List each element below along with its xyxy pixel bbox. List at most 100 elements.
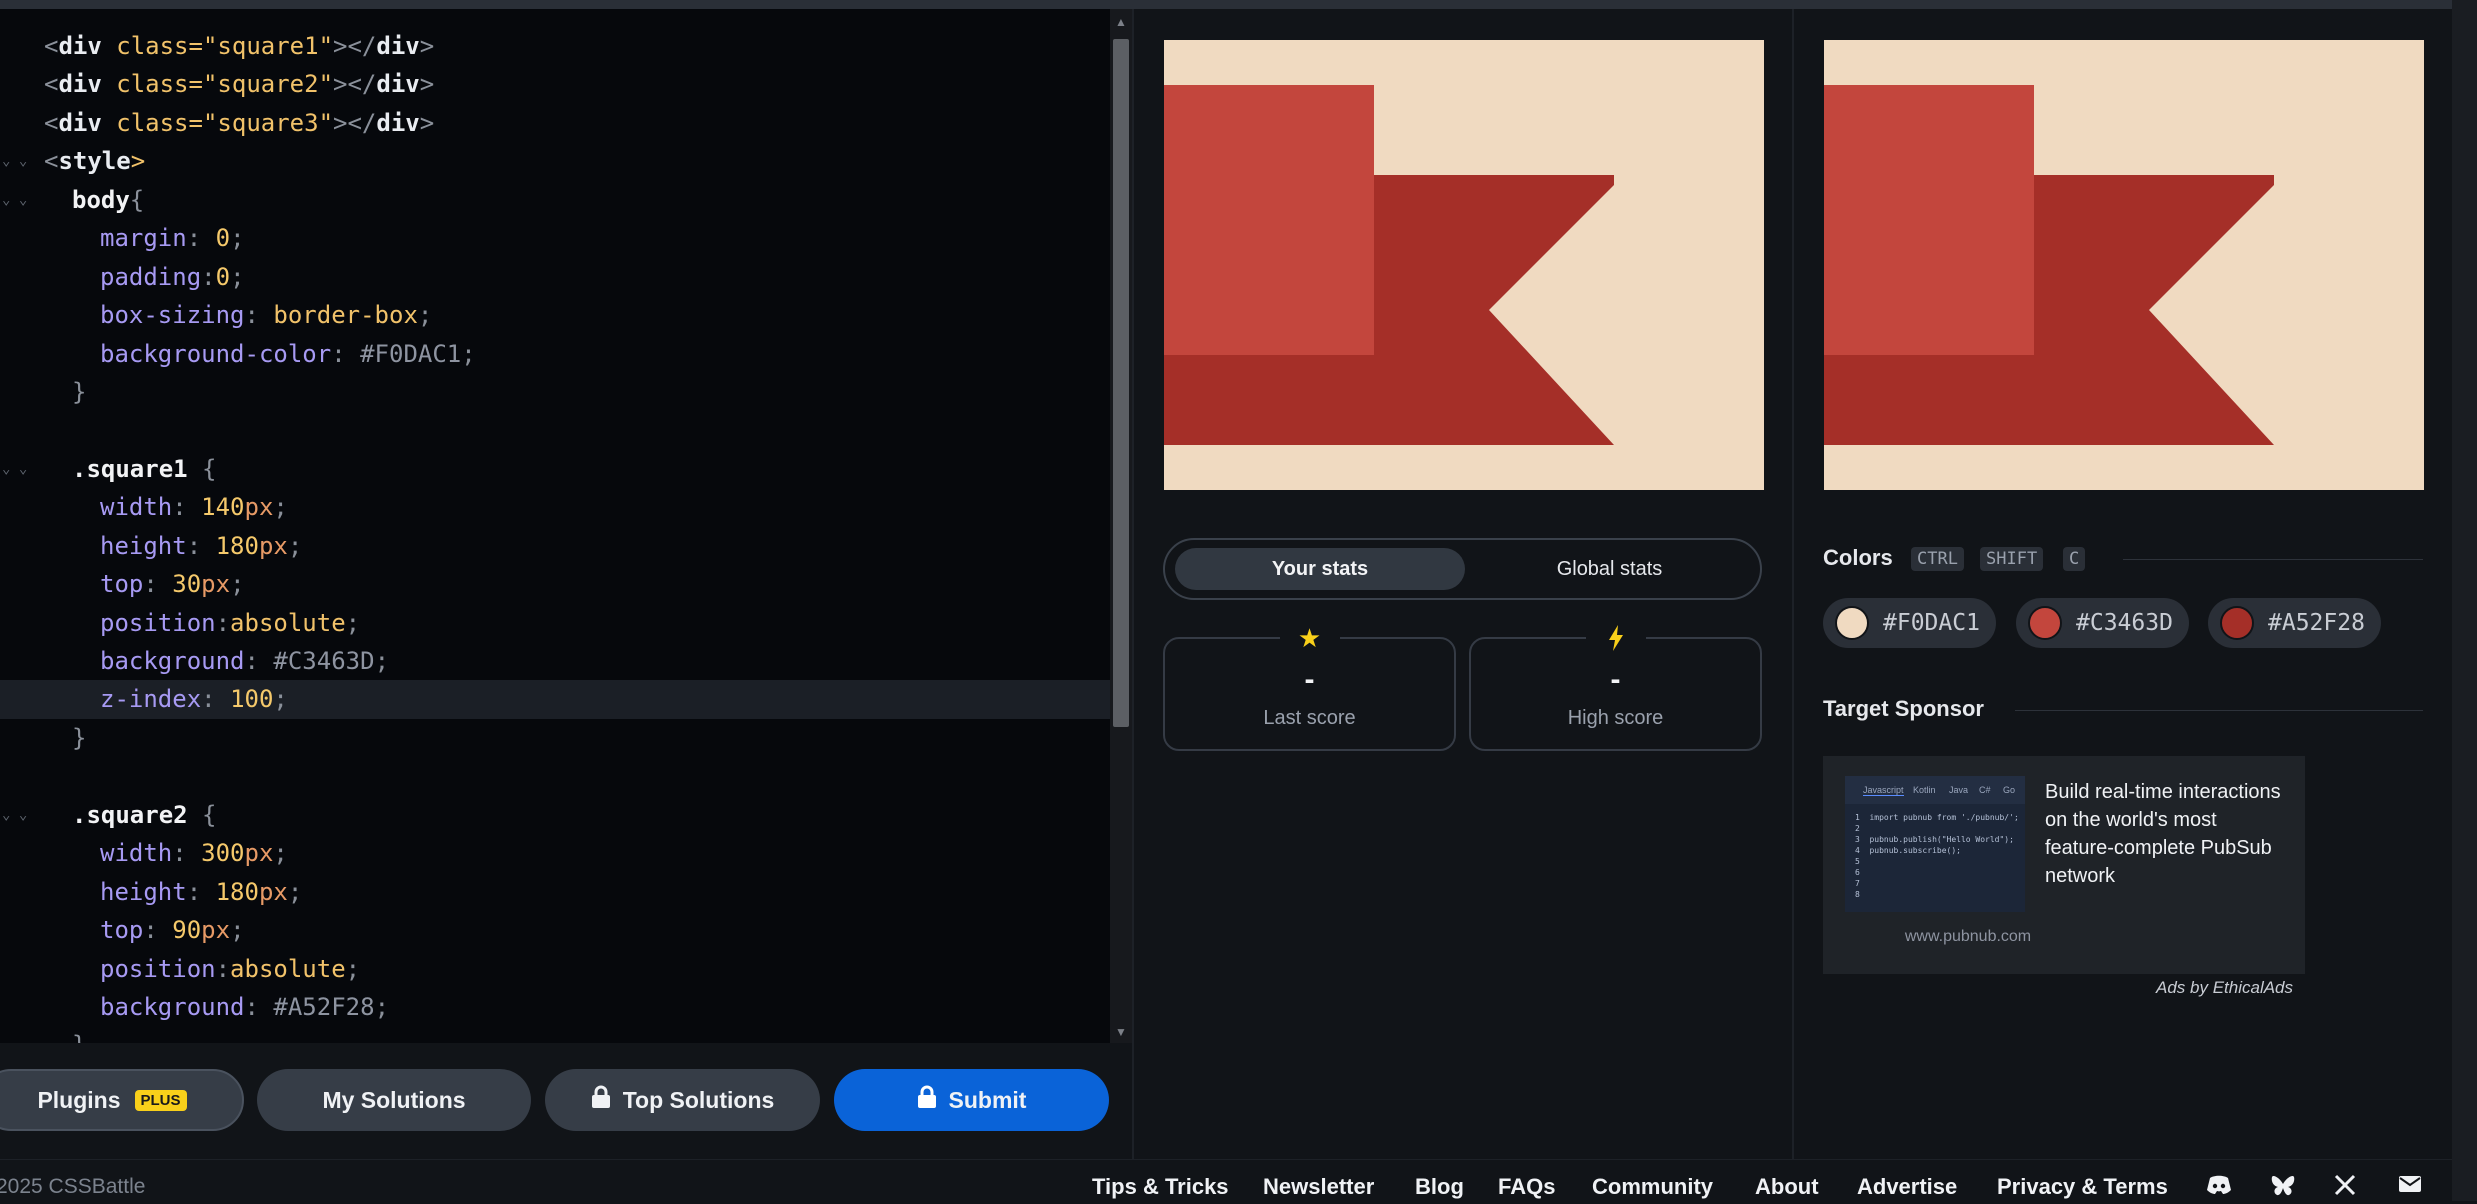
- code-line[interactable]: margin: 0;: [0, 219, 1110, 257]
- code-line[interactable]: width: 300px;: [0, 834, 1110, 872]
- code-editor[interactable]: <div class="square1"></div> <div class="s…: [0, 9, 1110, 1043]
- footer-link-about[interactable]: About: [1755, 1174, 1819, 1200]
- code-line-text: width: 140px;: [100, 493, 288, 522]
- code-line[interactable]: }: [0, 1026, 1110, 1043]
- scroll-up-arrow-icon[interactable]: ▲: [1110, 15, 1132, 29]
- code-line[interactable]: ⌄ ⌄ <style>: [0, 142, 1110, 180]
- code-line[interactable]: top: 90px;: [0, 911, 1110, 949]
- plugins-button[interactable]: Plugins PLUS: [0, 1069, 244, 1131]
- code-line-text: }: [44, 1026, 86, 1043]
- code-line-text: width: 300px;: [100, 839, 288, 868]
- code-line[interactable]: height: 180px;: [0, 527, 1110, 565]
- ad-tab: Kotlin: [1913, 785, 1936, 795]
- footer-link-community[interactable]: Community: [1592, 1174, 1713, 1200]
- color-chip[interactable]: #A52F28: [2208, 598, 2381, 648]
- footer-link-privacy[interactable]: Privacy & Terms: [1997, 1174, 2168, 1200]
- target-preview[interactable]: [1824, 40, 2424, 490]
- fold-chevron-icon[interactable]: ⌄ ⌄: [2, 796, 27, 834]
- code-line-text: top: 30px;: [100, 570, 245, 599]
- ad-tab: Java: [1949, 785, 1969, 795]
- code-line[interactable]: [0, 411, 1110, 449]
- code-line-text: margin: 0;: [100, 224, 245, 253]
- color-code: #F0DAC1: [1883, 610, 1980, 636]
- lock-icon: [591, 1085, 611, 1115]
- code-line-text: top: 90px;: [100, 916, 245, 945]
- code-line-text: body{: [72, 185, 145, 214]
- fold-chevron-icon[interactable]: ⌄ ⌄: [2, 142, 27, 180]
- code-line[interactable]: }: [0, 719, 1110, 757]
- editor-scrollbar[interactable]: ▲ ▼: [1110, 9, 1132, 1043]
- ad-text[interactable]: Build real-time interactions on the worl…: [2045, 778, 2285, 890]
- code-line[interactable]: }: [0, 373, 1110, 411]
- high-score-label: High score: [1567, 707, 1664, 729]
- my-solutions-button[interactable]: My Solutions: [257, 1069, 531, 1131]
- code-line[interactable]: <div class="square2"></div>: [0, 65, 1110, 103]
- code-line[interactable]: box-sizing: border-box;: [0, 296, 1110, 334]
- code-line[interactable]: ⌄ ⌄ .square2 {: [0, 796, 1110, 834]
- output-preview[interactable]: [1164, 40, 1764, 490]
- scrollbar-thumb[interactable]: [1113, 39, 1129, 727]
- ad-url[interactable]: www.pubnub.com: [1823, 928, 2113, 946]
- copyright: 2025 CSSBattle: [0, 1175, 146, 1198]
- code-line-text: height: 180px;: [100, 877, 303, 906]
- mail-icon[interactable]: [2398, 1174, 2422, 1200]
- code-line[interactable]: width: 140px;: [0, 488, 1110, 526]
- ads-by-link[interactable]: Ads by EthicalAds: [2156, 978, 2293, 998]
- code-line[interactable]: ⌄ ⌄ .square1 {: [0, 450, 1110, 488]
- code-line-text: .square1 {: [72, 454, 217, 483]
- scroll-down-arrow-icon[interactable]: ▼: [1110, 1025, 1132, 1039]
- tab-your-stats[interactable]: Your stats: [1175, 548, 1465, 590]
- fold-chevron-icon[interactable]: ⌄ ⌄: [2, 181, 27, 219]
- color-chip[interactable]: #F0DAC1: [1823, 598, 1996, 648]
- code-line-text: z-index: 100;: [100, 685, 288, 714]
- code-line-text: }: [72, 723, 87, 752]
- bluesky-icon[interactable]: [2270, 1174, 2296, 1204]
- top-solutions-button[interactable]: Top Solutions: [545, 1069, 820, 1131]
- code-line-text: position:absolute;: [100, 608, 361, 637]
- fold-chevron-icon[interactable]: ⌄ ⌄: [2, 450, 27, 488]
- code-line[interactable]: z-index: 100;: [0, 680, 1110, 719]
- code-line-text: <div class="square2"></div>: [44, 70, 435, 99]
- square1-shape: [1164, 85, 1374, 355]
- code-line[interactable]: [0, 757, 1110, 795]
- discord-icon[interactable]: [2206, 1174, 2232, 1202]
- footer-link-tips[interactable]: Tips & Tricks: [1092, 1174, 1229, 1200]
- ad-tab: Go: [2003, 785, 2016, 795]
- code-lines[interactable]: <div class="square1"></div> <div class="s…: [0, 27, 1110, 1043]
- plus-badge: PLUS: [134, 1089, 187, 1111]
- action-bar: Plugins PLUS My Solutions Top Solutions …: [0, 1043, 1132, 1159]
- code-line[interactable]: background: #C3463D;: [0, 642, 1110, 680]
- color-swatch: [1835, 606, 1869, 640]
- code-line[interactable]: background: #A52F28;: [0, 988, 1110, 1026]
- color-chip[interactable]: #C3463D: [2016, 598, 2189, 648]
- submit-button[interactable]: Submit: [834, 1069, 1109, 1131]
- code-line[interactable]: ⌄ ⌄ body{: [0, 181, 1110, 219]
- tab-global-stats[interactable]: Global stats: [1465, 548, 1754, 590]
- code-line[interactable]: <div class="square1"></div>: [0, 27, 1110, 65]
- footer-link-blog[interactable]: Blog: [1415, 1174, 1464, 1200]
- code-line-text: background-color: #F0DAC1;: [100, 339, 476, 368]
- code-line[interactable]: background-color: #F0DAC1;: [0, 335, 1110, 373]
- colors-title: Colors: [1823, 545, 1893, 570]
- footer-link-newsletter[interactable]: Newsletter: [1263, 1174, 1374, 1200]
- code-line[interactable]: height: 180px;: [0, 873, 1110, 911]
- footer-link-advertise[interactable]: Advertise: [1857, 1174, 1957, 1200]
- ad-image[interactable]: Javascript Kotlin Java C# Go 1 import pu…: [1845, 776, 2025, 912]
- x-icon[interactable]: [2334, 1174, 2356, 1202]
- code-line[interactable]: position:absolute;: [0, 950, 1110, 988]
- code-line[interactable]: position:absolute;: [0, 604, 1110, 642]
- code-line[interactable]: top: 30px;: [0, 565, 1110, 603]
- high-score-card: - High score: [1469, 621, 1762, 751]
- code-line[interactable]: padding:0;: [0, 258, 1110, 296]
- panel-divider: [1132, 9, 1134, 1159]
- shortcut-key: SHIFT: [1980, 547, 2044, 571]
- colors-header: Colors CTRL SHIFT C: [1823, 545, 2423, 575]
- sponsor-ad[interactable]: Javascript Kotlin Java C# Go 1 import pu…: [1823, 756, 2305, 974]
- sponsor-title: Target Sponsor: [1823, 696, 1984, 721]
- code-line[interactable]: <div class="square3"></div>: [0, 104, 1110, 142]
- my-solutions-label: My Solutions: [322, 1086, 466, 1113]
- footer-link-faqs[interactable]: FAQs: [1498, 1174, 1555, 1200]
- code-line-text: box-sizing: border-box;: [100, 301, 433, 330]
- code-line-text: background: #C3463D;: [100, 647, 390, 675]
- target-shape-light: [1824, 85, 2034, 355]
